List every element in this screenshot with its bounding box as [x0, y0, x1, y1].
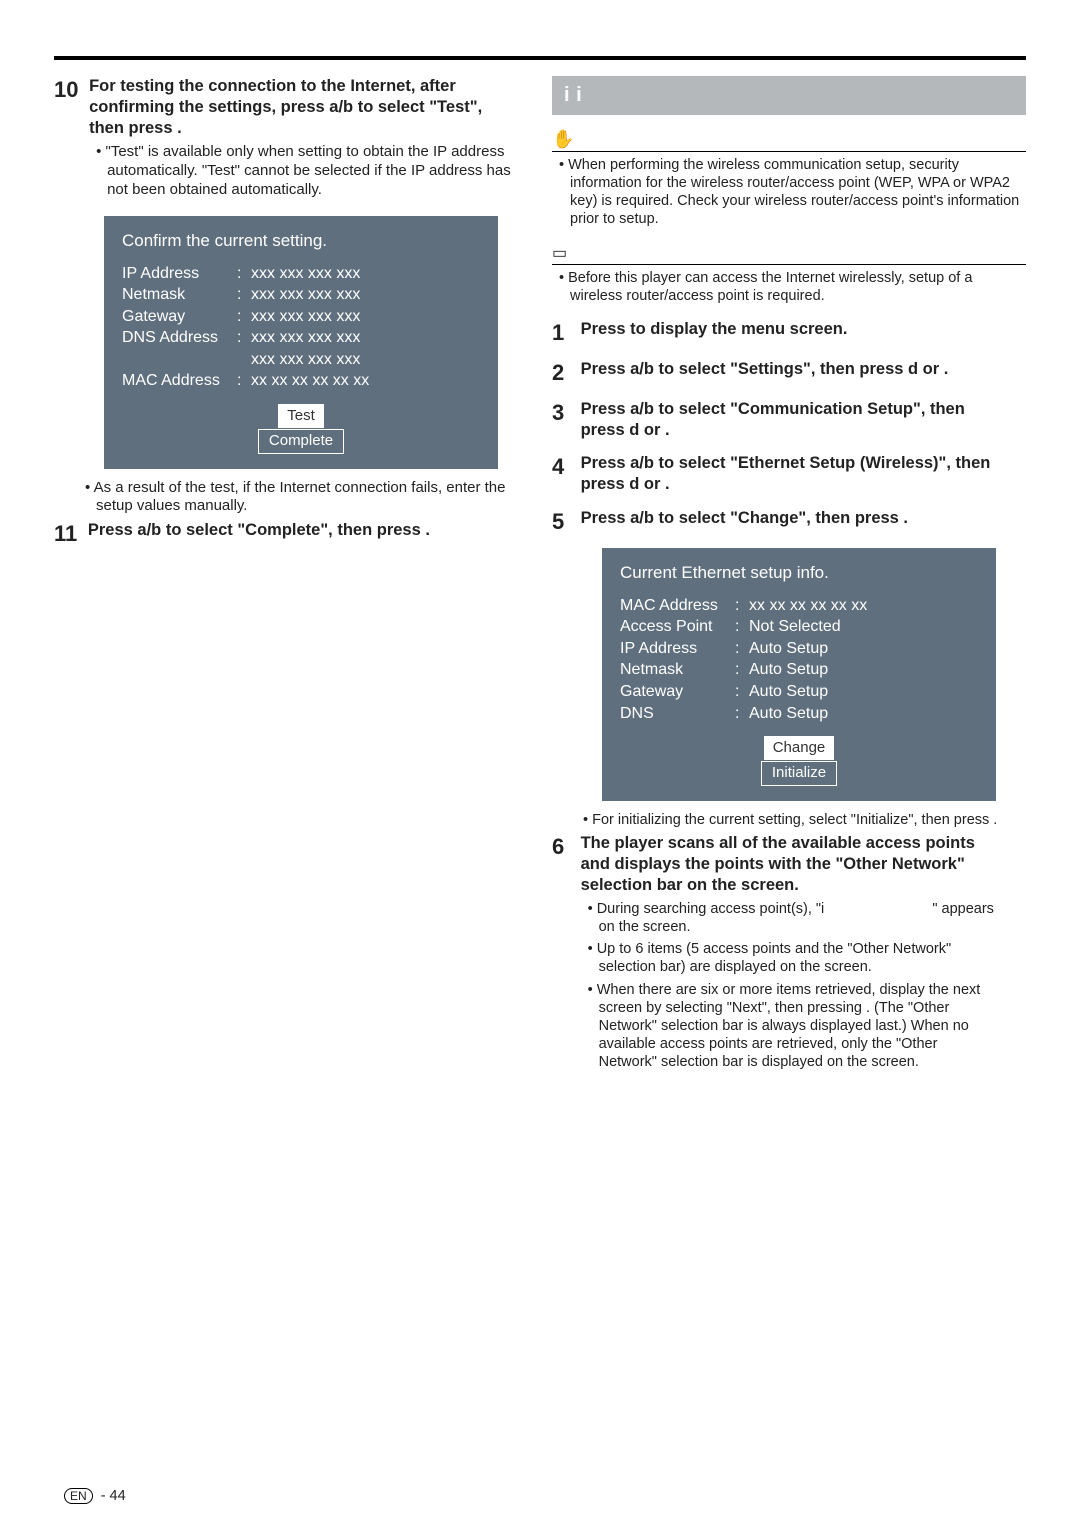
bullet: As a result of the test, if the Internet… [78, 479, 528, 517]
step-6-block: 6 The player scans all of the available … [552, 833, 1026, 1075]
step-text-bold: The player scans all of the available ac… [581, 834, 975, 894]
step-body: For testing the connection to the Intern… [89, 76, 519, 204]
note-icon: ▭ [552, 243, 567, 263]
kv-row: Netmask:Auto Setup [620, 659, 978, 681]
kv-row: MAC Address:xx xx xx xx xx xx [122, 370, 480, 392]
kv-row: xxx xxx xxx xxx [122, 349, 480, 371]
note-text: Before this player can access the Intern… [552, 269, 1026, 305]
step-body: The player scans all of the available ac… [581, 833, 995, 1075]
page-footer: EN - 44 [64, 1488, 126, 1504]
step-5: 5 Press a/b to select "Change", then pre… [552, 508, 1026, 536]
step-3: 3 Press a/b to select "Communication Set… [552, 399, 1026, 441]
caution-block: ✋ When performing the wireless communica… [552, 129, 1026, 229]
caution-icon: ✋ [552, 129, 574, 150]
bullet: For initializing the current setting, se… [576, 811, 1026, 829]
step-body: Press a/b to select "Complete", then pre… [88, 520, 518, 541]
note-header: ▭ [552, 243, 1026, 265]
kv-row: DNS Address:xxx xxx xxx xxx [122, 327, 480, 349]
initialize-button[interactable]: Initialize [761, 761, 837, 785]
right-steps: 1 Press to display the menu screen. 2 Pr… [552, 319, 1026, 536]
two-column-layout: 10 For testing the connection to the Int… [54, 76, 1026, 1087]
step-text-bold: Press a/b to select "Complete", then pre… [88, 521, 430, 539]
bullet: "Test" is available only when setting to… [89, 143, 519, 199]
step-text-bold: Press to display the menu screen. [581, 319, 995, 340]
step-number: 2 [552, 359, 570, 387]
right-column: i i ✋ When performing the wireless commu… [552, 76, 1026, 1087]
kv-row: DNS:Auto Setup [620, 703, 978, 725]
note-header: ✋ [552, 129, 1026, 152]
step-number: 1 [552, 319, 570, 347]
change-button[interactable]: Change [764, 736, 835, 760]
step-number: 3 [552, 399, 570, 427]
page-number: - 44 [101, 1488, 126, 1504]
confirm-setting-screen: Confirm the current setting. IP Address:… [104, 216, 498, 469]
page: 10 For testing the connection to the Int… [0, 0, 1080, 1532]
step-10: 10 For testing the connection to the Int… [54, 76, 528, 204]
kv-row: MAC Address:xx xx xx xx xx xx [620, 595, 978, 617]
test-button[interactable]: Test [278, 404, 324, 428]
step-6: 6 The player scans all of the available … [552, 833, 1026, 1075]
step-2: 2 Press a/b to select "Settings", then p… [552, 359, 1026, 387]
bullet-text-a: During searching access point(s), "i [597, 901, 825, 917]
step-text-bold: For testing the connection to the Intern… [89, 77, 482, 137]
kv-row: Access Point:Not Selected [620, 616, 978, 638]
kv-row: Netmask:xxx xxx xxx xxx [122, 284, 480, 306]
lang-badge: EN [64, 1488, 93, 1504]
complete-button[interactable]: Complete [258, 429, 344, 453]
step-text-bold: Press a/b to select "Ethernet Setup (Wir… [581, 453, 995, 495]
step-text-bold: Press a/b to select "Change", then press… [581, 508, 995, 529]
kv-row: IP Address:Auto Setup [620, 638, 978, 660]
step-number: 5 [552, 508, 570, 536]
step-4: 4 Press a/b to select "Ethernet Setup (W… [552, 453, 1026, 495]
step-11: 11 Press a/b to select "Complete", then … [54, 520, 528, 548]
button-row: Change Initialize [620, 736, 978, 787]
caution-text: When performing the wireless communicati… [552, 156, 1026, 229]
top-rule [54, 56, 1026, 60]
step-text-bold: Press a/b to select "Settings", then pre… [581, 359, 995, 380]
kv-row: Gateway:Auto Setup [620, 681, 978, 703]
bullet: During searching access point(s), "i " a… [581, 900, 995, 936]
step-text-bold: Press a/b to select "Communication Setup… [581, 399, 995, 441]
step-number: 4 [552, 453, 570, 481]
screen-title: Current Ethernet setup info. [620, 562, 978, 585]
step-number: 10 [54, 76, 78, 104]
left-column: 10 For testing the connection to the Int… [54, 76, 528, 1087]
ethernet-info-screen: Current Ethernet setup info. MAC Address… [602, 548, 996, 801]
screen-title: Confirm the current setting. [122, 230, 480, 253]
note-block: ▭ Before this player can access the Inte… [552, 243, 1026, 305]
section-heading: i i [552, 76, 1026, 115]
step-number: 11 [54, 520, 77, 548]
post-screen-note: For initializing the current setting, se… [576, 811, 1026, 829]
step-number: 6 [552, 833, 570, 861]
post-screen-note: As a result of the test, if the Internet… [78, 479, 528, 517]
kv-row: IP Address:xxx xxx xxx xxx [122, 263, 480, 285]
bullet: When there are six or more items retriev… [581, 981, 995, 1072]
button-row: Test Complete [122, 404, 480, 455]
kv-row: Gateway:xxx xxx xxx xxx [122, 306, 480, 328]
step-1: 1 Press to display the menu screen. [552, 319, 1026, 347]
bullet: Up to 6 items (5 access points and the "… [581, 940, 995, 976]
